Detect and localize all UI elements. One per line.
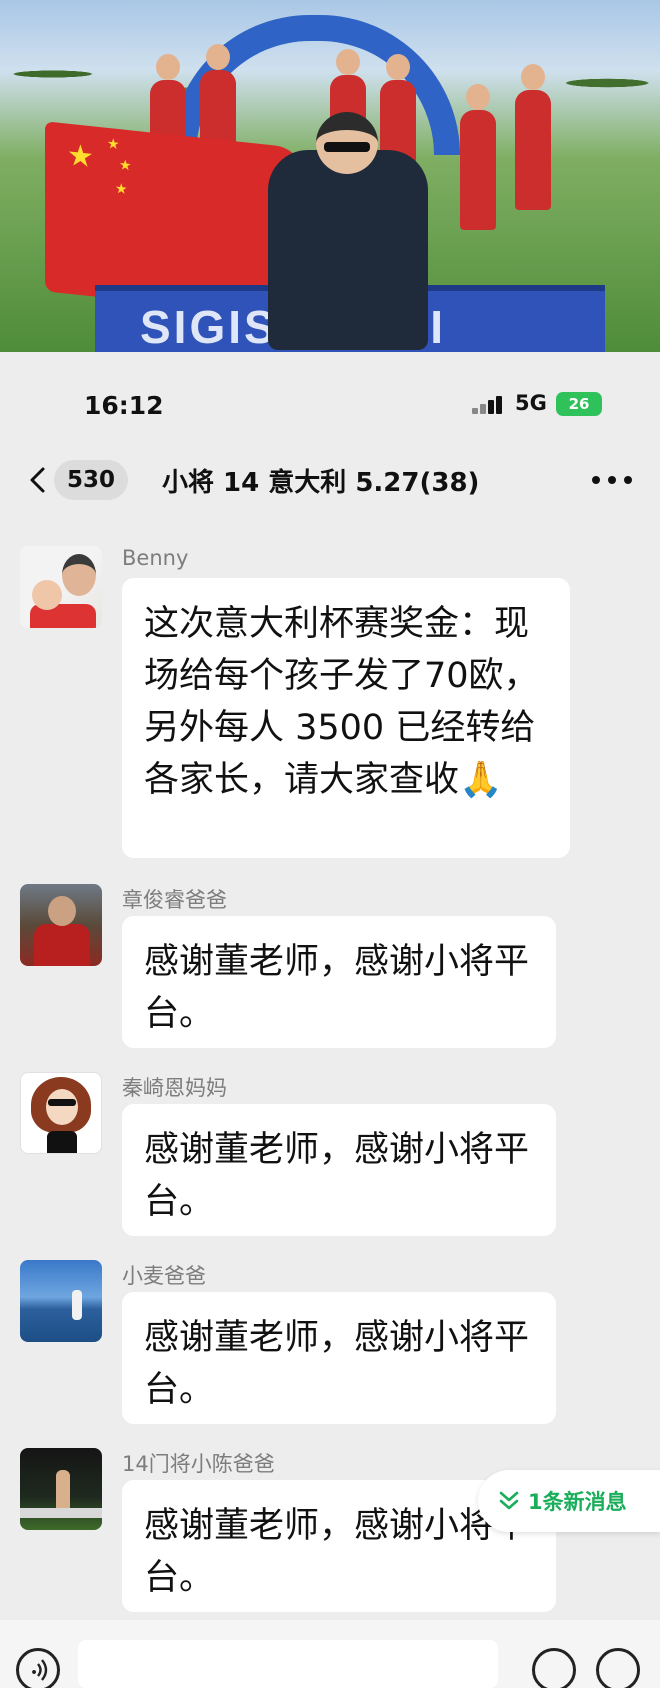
network-type: 5G — [515, 391, 547, 415]
photo-player — [515, 64, 551, 210]
more-dots-icon[interactable] — [592, 476, 632, 486]
voice-waves-icon — [32, 1659, 48, 1681]
message-bubble[interactable]: 感谢董老师，感谢小将平台。 — [122, 916, 556, 1048]
message-bubble[interactable]: 感谢董老师，感谢小将平台。 — [122, 1104, 556, 1236]
voice-icon[interactable] — [16, 1648, 60, 1688]
emoji-icon[interactable] — [532, 1648, 576, 1688]
status-time: 16:12 — [84, 391, 164, 420]
photo-player — [460, 84, 496, 230]
message-bubble[interactable]: 感谢董老师，感谢小将平台。 — [122, 1292, 556, 1424]
avatar[interactable] — [20, 1072, 102, 1154]
chat-title: 小将 14 意大利 5.27(38) — [162, 468, 480, 498]
sender-name: 秦崎恩妈妈 — [122, 1076, 227, 1100]
plus-icon[interactable] — [596, 1648, 640, 1688]
battery-icon: 26 — [556, 392, 602, 416]
chat-header: 530 小将 14 意大利 5.27(38) — [0, 456, 660, 504]
unread-count-badge[interactable]: 530 — [54, 460, 129, 500]
input-bar — [0, 1620, 660, 1688]
sender-name: Benny — [122, 546, 189, 570]
new-messages-label: 1条新消息 — [528, 1490, 627, 1514]
message-input[interactable] — [78, 1640, 498, 1688]
sender-name: 章俊睿爸爸 — [122, 888, 227, 912]
status-bar: 16:12 5G 26 — [0, 352, 660, 420]
new-messages-button[interactable]: 1条新消息 — [478, 1470, 660, 1532]
photo-man — [268, 112, 428, 350]
avatar[interactable] — [20, 884, 102, 966]
chevron-left-icon[interactable] — [24, 466, 52, 494]
sender-name: 14门将小陈爸爸 — [122, 1452, 275, 1476]
message-bubble[interactable]: 这次意大利杯赛奖金：现场给每个孩子发了70欧，另外每人 3500 已经转给各家长… — [122, 578, 570, 858]
double-chevron-down-icon — [499, 1491, 519, 1510]
avatar[interactable] — [20, 1260, 102, 1342]
avatar[interactable] — [20, 546, 102, 628]
signal-icon — [472, 396, 502, 414]
header-photo: ★ ★ ★ ★ SIGISMONDI — [0, 0, 660, 352]
sender-name: 小麦爸爸 — [122, 1264, 206, 1288]
avatar[interactable] — [20, 1448, 102, 1530]
